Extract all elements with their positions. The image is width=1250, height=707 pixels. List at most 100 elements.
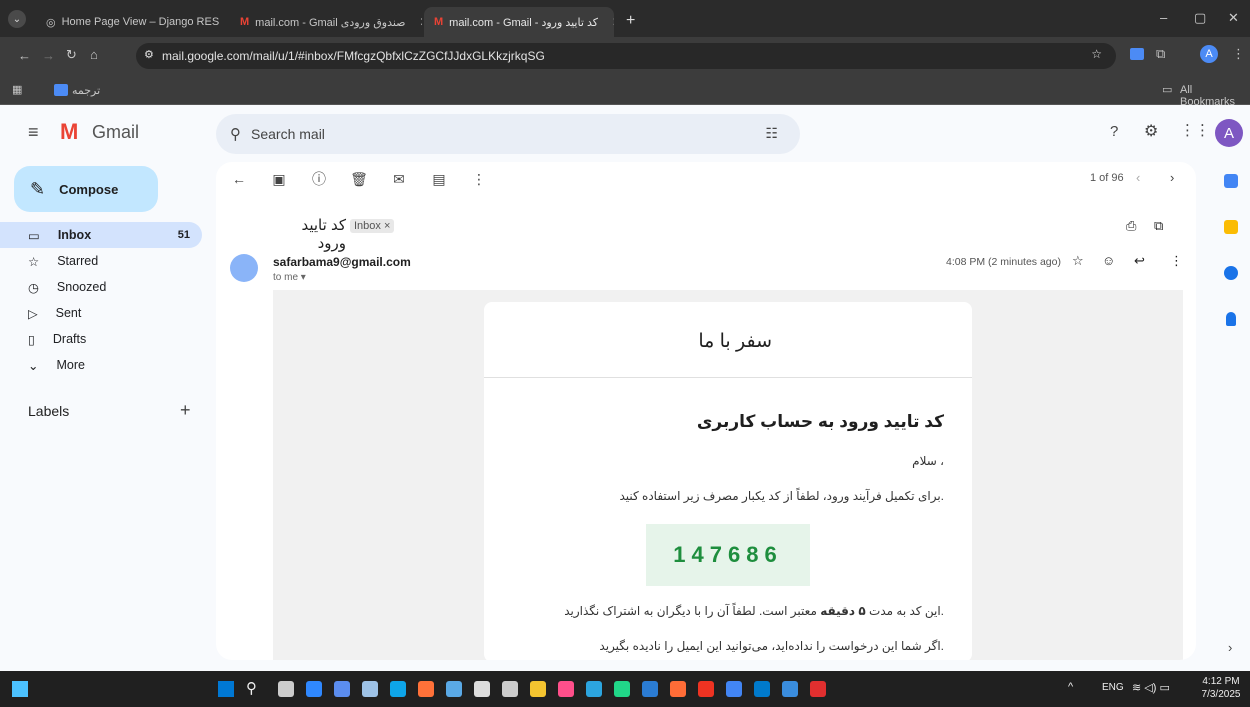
- new-tab-button[interactable]: +: [626, 12, 635, 30]
- app-icon[interactable]: [782, 681, 798, 697]
- url-field[interactable]: ⚙ mail.google.com/mail/u/1/#inbox/FMfcgz…: [136, 43, 1116, 69]
- extensions-icon[interactable]: ⧉: [1156, 46, 1165, 62]
- move-to-icon[interactable]: ▤: [430, 170, 448, 188]
- archive-icon[interactable]: ▣: [270, 170, 288, 188]
- taskbar-search-icon[interactable]: ⚲: [246, 679, 257, 697]
- keep-icon[interactable]: [1224, 220, 1238, 234]
- inbox-chip[interactable]: Inbox ×: [350, 219, 395, 233]
- clock-icon: ◷: [28, 280, 39, 295]
- star-message-icon[interactable]: ☆: [1072, 253, 1084, 269]
- tab-django[interactable]: ◎ Home Page View – Django RES ✕: [36, 7, 228, 37]
- email-instruction: .برای تکمیل فرآیند ورود، لطفاً از کد یکب…: [619, 489, 944, 503]
- to-me-dropdown[interactable]: to me ▾: [273, 272, 306, 283]
- tab-gmail-inbox[interactable]: M mail.com - Gmail صندوق ورودی ✕: [230, 7, 422, 37]
- vscode-icon[interactable]: [754, 681, 770, 697]
- profile-avatar[interactable]: A: [1200, 45, 1218, 63]
- print-icon[interactable]: ⎙: [1126, 218, 1136, 234]
- apps-grid-icon[interactable]: ▦: [12, 83, 22, 96]
- bookmark-star-icon[interactable]: ☆: [1091, 47, 1102, 61]
- file-explorer-icon[interactable]: [530, 681, 546, 697]
- report-spam-icon[interactable]: ⓘ: [310, 170, 328, 188]
- mark-unread-icon[interactable]: ✉: [390, 170, 408, 188]
- sidebar-item-inbox[interactable]: ▭ Inbox 51: [0, 222, 202, 248]
- app-icon[interactable]: [698, 681, 714, 697]
- search-icon[interactable]: ⚲: [230, 125, 241, 143]
- sidebar-item-starred[interactable]: ☆ Starred: [0, 248, 202, 274]
- open-new-window-icon[interactable]: ⧉: [1154, 218, 1163, 234]
- taskbar-apps: [272, 681, 832, 697]
- reply-icon[interactable]: ↩: [1134, 253, 1145, 269]
- task-view-icon[interactable]: [278, 681, 294, 697]
- search-input[interactable]: Search mail: [251, 126, 325, 142]
- widgets-icon[interactable]: [12, 681, 28, 697]
- word-icon[interactable]: [642, 681, 658, 697]
- app-icon[interactable]: [334, 681, 350, 697]
- back-to-inbox-icon[interactable]: ←: [230, 170, 248, 188]
- emoji-react-icon[interactable]: ☺: [1102, 253, 1115, 268]
- message-time: 4:08 PM (2 minutes ago): [946, 256, 1061, 268]
- older-icon[interactable]: ›: [1170, 170, 1174, 185]
- translate-extension-icon[interactable]: [1130, 48, 1144, 60]
- tab-search-button[interactable]: ⌄: [8, 10, 26, 28]
- home-icon[interactable]: ⌂: [90, 47, 98, 62]
- search-bar[interactable]: ⚲ Search mail ☷: [216, 114, 800, 154]
- reload-icon[interactable]: ↻: [66, 47, 77, 63]
- wifi-volume-battery-icon[interactable]: ≋ ◁) ▭: [1132, 681, 1170, 694]
- maximize-button[interactable]: ▢: [1194, 10, 1206, 26]
- account-avatar[interactable]: A: [1215, 119, 1243, 147]
- app-icon[interactable]: [474, 681, 490, 697]
- delete-icon[interactable]: 🗑: [350, 170, 368, 188]
- sidebar-item-more[interactable]: ⌄ More: [0, 352, 202, 378]
- browser-menu-icon[interactable]: ⋮: [1232, 46, 1245, 62]
- close-icon[interactable]: ✕: [612, 15, 614, 29]
- more-options-icon[interactable]: ⋮: [470, 170, 488, 188]
- minimize-button[interactable]: –: [1160, 10, 1167, 25]
- taskbar-date[interactable]: 7/3/2025: [1196, 689, 1246, 700]
- firefox-icon[interactable]: [418, 681, 434, 697]
- close-icon[interactable]: ✕: [420, 15, 422, 29]
- main-menu-icon[interactable]: ≡: [28, 122, 39, 143]
- add-label-button[interactable]: +: [180, 400, 191, 421]
- input-language[interactable]: ENG: [1102, 682, 1124, 693]
- settings-gear-icon[interactable]: ⚙: [1144, 121, 1158, 141]
- otp-code[interactable]: 147686: [673, 542, 782, 568]
- sidebar-item-drafts[interactable]: ▯ Drafts: [0, 326, 202, 352]
- expand-panel-icon[interactable]: ›: [1228, 640, 1232, 655]
- app-icon[interactable]: [558, 681, 574, 697]
- chrome-icon[interactable]: [726, 681, 742, 697]
- contacts-icon[interactable]: [1226, 312, 1236, 326]
- tray-chevron-icon[interactable]: ^: [1068, 681, 1073, 693]
- pycharm-icon[interactable]: [614, 681, 630, 697]
- pdf-reader-icon[interactable]: [810, 681, 826, 697]
- app-icon[interactable]: [502, 681, 518, 697]
- analytics-app-icon[interactable]: [306, 681, 322, 697]
- help-icon[interactable]: ?: [1110, 123, 1118, 140]
- sidebar-item-sent[interactable]: ▷ Sent: [0, 300, 202, 326]
- newer-icon[interactable]: ‹: [1136, 170, 1140, 185]
- forward-icon[interactable]: →: [42, 48, 55, 63]
- tasks-icon[interactable]: [1224, 266, 1238, 280]
- taskbar-time[interactable]: 4:12 PM: [1200, 676, 1242, 687]
- start-icon[interactable]: [218, 681, 234, 697]
- postman-icon[interactable]: [670, 681, 686, 697]
- compose-button[interactable]: ✎ Compose: [14, 166, 158, 212]
- calendar-icon[interactable]: [1224, 174, 1238, 188]
- back-icon[interactable]: ←: [18, 48, 31, 63]
- telegram-icon[interactable]: [586, 681, 602, 697]
- site-info-icon[interactable]: ⚙: [144, 48, 154, 61]
- edge-icon[interactable]: [390, 681, 406, 697]
- message-toolbar: ← ▣ ⓘ 🗑 ✉ ▤ ⋮ 1 of 96 ‹ ›: [216, 162, 1196, 196]
- bookmark-translate[interactable]: ترجمه: [72, 84, 100, 97]
- gmail-logo-icon[interactable]: M: [60, 119, 78, 145]
- sidebar-item-snoozed[interactable]: ◷ Snoozed: [0, 274, 202, 300]
- app-icon[interactable]: [362, 681, 378, 697]
- search-options-icon[interactable]: ☷: [765, 125, 778, 142]
- tab-gmail-message[interactable]: M mail.com - Gmail - کد تایید ورود ✕: [424, 7, 614, 37]
- all-bookmarks[interactable]: All Bookmarks: [1180, 84, 1250, 108]
- close-window-button[interactable]: ✕: [1228, 10, 1239, 26]
- chevron-down-icon: ⌄: [28, 358, 39, 373]
- message-more-icon[interactable]: ⋮: [1170, 253, 1183, 269]
- app-icon[interactable]: [446, 681, 462, 697]
- google-apps-icon[interactable]: ⋮⋮: [1180, 121, 1210, 139]
- unread-count: 51: [177, 229, 190, 241]
